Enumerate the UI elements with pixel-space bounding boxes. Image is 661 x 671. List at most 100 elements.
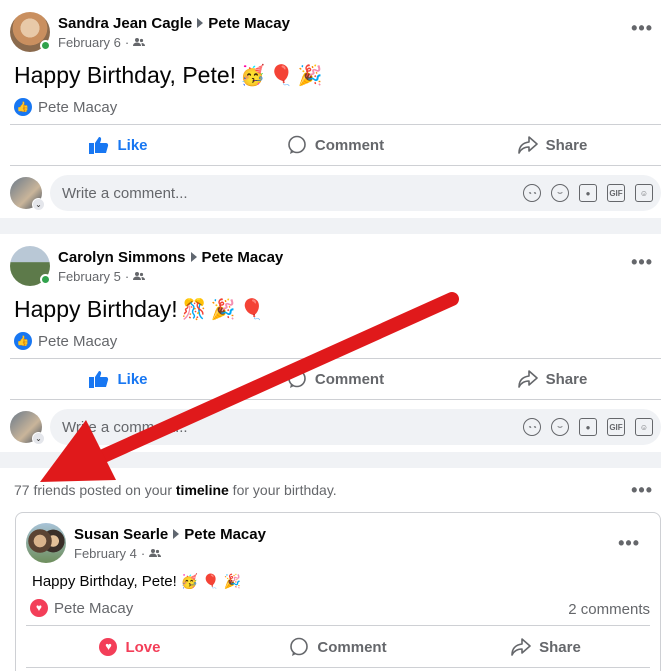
emoji: 🥳 xyxy=(180,573,199,589)
birthday-summary-text: 77 friends posted on your timeline for y… xyxy=(14,482,337,498)
reaction-by: Pete Macay xyxy=(54,599,134,617)
friends-icon xyxy=(133,38,146,46)
post-card: Carolyn Simmons Pete Macay February 5 · … xyxy=(0,234,661,452)
emoji: 🎉 xyxy=(297,65,323,87)
post-header: Susan Searle Pete Macay February 4 · xyxy=(26,523,266,563)
reaction-by: Pete Macay xyxy=(38,98,118,116)
share-icon xyxy=(517,136,538,154)
author-name[interactable]: Sandra Jean Cagle xyxy=(58,15,192,32)
camera-icon[interactable]: ● xyxy=(579,184,597,202)
post-header: Carolyn Simmons Pete Macay February 5 · xyxy=(10,246,283,286)
timeline-link[interactable]: timeline xyxy=(176,482,229,498)
comments-count[interactable]: 2 comments xyxy=(568,601,650,618)
divider xyxy=(26,625,650,626)
author-name[interactable]: Susan Searle xyxy=(74,526,168,543)
comment-input[interactable]: Write a comment... ◔◔ ⌣ ● GIF ☺ xyxy=(50,175,661,211)
share-icon xyxy=(511,638,531,656)
post-date[interactable]: February 5 xyxy=(58,269,121,284)
post-date[interactable]: February 6 xyxy=(58,35,121,50)
reactions-summary[interactable]: 👍 Pete Macay xyxy=(14,332,117,350)
camera-icon[interactable]: ● xyxy=(579,418,597,436)
comment-icon xyxy=(288,135,306,154)
more-options-icon[interactable]: ••• xyxy=(631,252,653,273)
emoji: 🎉 xyxy=(210,299,236,321)
more-options-icon[interactable]: ••• xyxy=(631,480,653,501)
more-options-icon[interactable]: ••• xyxy=(618,533,640,554)
divider xyxy=(10,124,661,125)
comment-button[interactable]: Comment xyxy=(234,628,442,666)
author-avatar[interactable] xyxy=(10,246,51,286)
comment-icon xyxy=(290,637,309,656)
post-date[interactable]: February 4 xyxy=(74,546,137,561)
post-text: Happy Birthday, Pete! xyxy=(14,62,237,88)
online-status-icon xyxy=(40,274,51,285)
post-header: Sandra Jean Cagle Pete Macay February 6 … xyxy=(10,12,290,52)
comment-input[interactable]: Write a comment... ◔◔ ⌣ ● GIF ☺ xyxy=(50,409,661,445)
share-button[interactable]: Share xyxy=(442,628,650,666)
like-reaction-icon: 👍 xyxy=(14,332,32,350)
divider xyxy=(26,667,650,668)
love-reaction-icon: ♥ xyxy=(30,599,48,617)
post-text: Happy Birthday, Pete! xyxy=(32,573,177,590)
divider xyxy=(10,165,661,166)
arrow-right-icon xyxy=(190,252,197,262)
user-avatar[interactable]: ⌄ xyxy=(10,411,45,445)
post-body: Happy Birthday, Pete! 🥳 🎈 🎉 xyxy=(14,62,323,89)
share-button[interactable]: Share xyxy=(444,126,661,164)
post-body: Happy Birthday! 🎊 🎉 🎈 xyxy=(14,296,264,323)
friends-icon xyxy=(149,549,162,557)
user-avatar[interactable]: ⌄ xyxy=(10,177,45,211)
love-button[interactable]: ♥ Love xyxy=(26,628,234,666)
online-status-icon xyxy=(40,40,51,51)
post-body: Happy Birthday, Pete! 🥳 🎈 🎉 xyxy=(32,573,241,590)
more-options-icon[interactable]: ••• xyxy=(631,18,653,39)
friends-icon xyxy=(133,272,146,280)
emoji-icon[interactable]: ⌣ xyxy=(551,418,569,436)
comment-icon xyxy=(288,369,306,388)
like-reaction-icon: 👍 xyxy=(14,98,32,116)
chevron-down-icon[interactable]: ⌄ xyxy=(32,198,45,211)
post-text: Happy Birthday! xyxy=(14,296,178,322)
target-name[interactable]: Pete Macay xyxy=(202,249,284,266)
avatar-sticker-icon[interactable]: ◔◔ xyxy=(523,418,541,436)
thumbs-up-icon xyxy=(89,371,109,388)
arrow-right-icon xyxy=(173,529,180,539)
action-bar: Like Comment Share xyxy=(10,126,661,164)
action-bar: Like Comment Share xyxy=(10,360,661,398)
post-card: Sandra Jean Cagle Pete Macay February 6 … xyxy=(0,0,661,218)
share-button[interactable]: Share xyxy=(444,360,661,398)
comment-composer: ⌄ Write a comment... ◔◔ ⌣ ● GIF ☺ xyxy=(10,409,661,445)
reactions-summary[interactable]: ♥ Pete Macay xyxy=(30,599,133,617)
emoji: 🎊 xyxy=(181,299,207,321)
comment-button[interactable]: Comment xyxy=(227,126,444,164)
emoji-icon[interactable]: ⌣ xyxy=(551,184,569,202)
target-name[interactable]: Pete Macay xyxy=(184,526,266,543)
heart-icon: ♥ xyxy=(99,638,118,656)
gif-icon[interactable]: GIF xyxy=(607,184,625,202)
thumbs-up-icon xyxy=(89,137,109,154)
like-button[interactable]: Like xyxy=(10,126,227,164)
reactions-summary[interactable]: 👍 Pete Macay xyxy=(14,98,117,116)
emoji: 🎈 xyxy=(239,299,265,321)
nested-post-card: Susan Searle Pete Macay February 4 · •••… xyxy=(15,512,661,671)
gif-icon[interactable]: GIF xyxy=(607,418,625,436)
comment-button[interactable]: Comment xyxy=(227,360,444,398)
target-name[interactable]: Pete Macay xyxy=(208,15,290,32)
sticker-icon[interactable]: ☺ xyxy=(635,418,653,436)
emoji: 🎈 xyxy=(268,65,294,87)
author-avatar[interactable] xyxy=(10,12,51,52)
comment-composer: ⌄ Write a comment... ◔◔ ⌣ ● GIF ☺ xyxy=(10,175,661,211)
author-name[interactable]: Carolyn Simmons xyxy=(58,249,186,266)
emoji: 🥳 xyxy=(240,65,265,87)
avatar-sticker-icon[interactable]: ◔◔ xyxy=(523,184,541,202)
author-avatar[interactable] xyxy=(26,523,66,563)
action-bar: ♥ Love Comment Share xyxy=(26,628,650,666)
arrow-right-icon xyxy=(197,18,204,28)
divider xyxy=(10,358,661,359)
emoji: 🎉 xyxy=(223,573,242,589)
chevron-down-icon[interactable]: ⌄ xyxy=(32,432,45,445)
sticker-icon[interactable]: ☺ xyxy=(635,184,653,202)
share-icon xyxy=(517,370,538,388)
divider xyxy=(10,399,661,400)
like-button[interactable]: Like xyxy=(10,360,227,398)
